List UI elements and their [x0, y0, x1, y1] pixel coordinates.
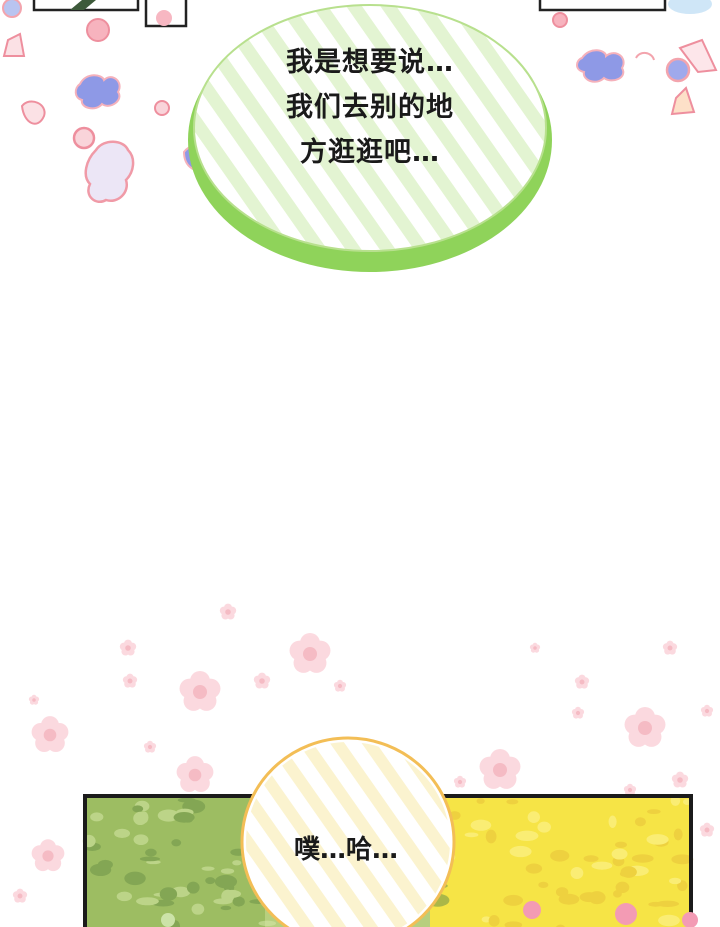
flower: [12, 888, 28, 903]
flower: [28, 694, 40, 705]
flower: [623, 783, 637, 796]
speech-text-top: 我是想要说… 我们去别的地 方逛逛吧…: [236, 40, 504, 175]
flower: [662, 640, 678, 655]
flower: [333, 679, 347, 692]
flower: [31, 716, 69, 753]
flower: [176, 756, 214, 793]
flower: [479, 749, 521, 789]
flower: [671, 771, 689, 788]
speech-line: 我们去别的地: [286, 92, 454, 123]
flower: [253, 672, 271, 689]
speech-line: 方逛逛吧…: [300, 137, 440, 168]
flower: [179, 671, 221, 711]
flower: [31, 839, 65, 872]
flower: [571, 706, 585, 719]
flower: [219, 603, 237, 620]
flower: [700, 704, 714, 717]
flower: [529, 642, 541, 653]
flower: [122, 673, 138, 688]
flower: [574, 674, 590, 689]
speech-text-bottom: 噗…哈…: [293, 835, 398, 865]
flower: [699, 822, 715, 837]
flower: [119, 639, 137, 656]
flower: [143, 740, 157, 753]
speech-line: 我是想要说…: [286, 47, 454, 78]
flower: [289, 633, 331, 673]
flower: [453, 775, 467, 788]
flower: [624, 707, 666, 747]
